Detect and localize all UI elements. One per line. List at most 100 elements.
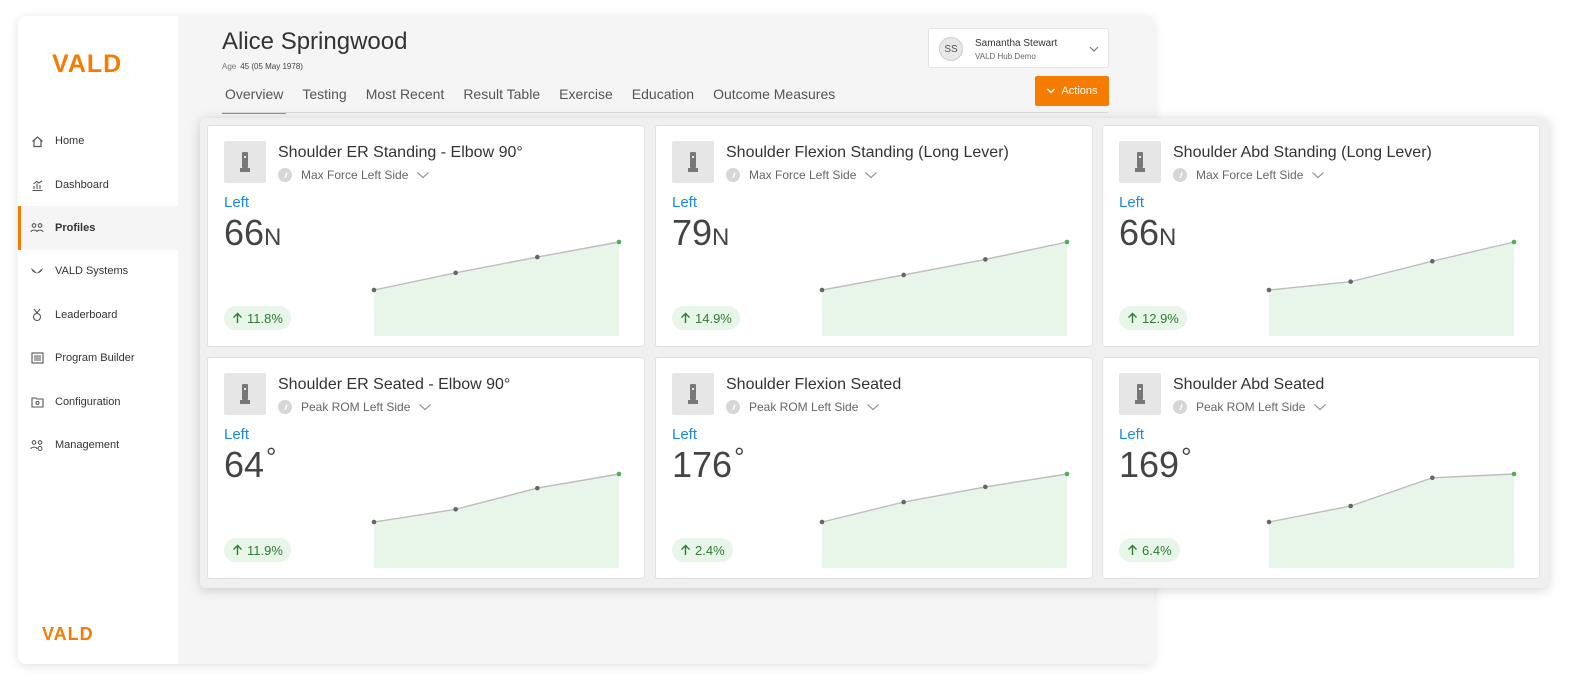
change-badge: 11.9%	[224, 538, 291, 562]
sidebar-item-configuration[interactable]: Configuration	[18, 380, 178, 424]
tab-overview[interactable]: Overview	[222, 86, 287, 114]
value-number: 66	[1119, 212, 1160, 253]
value-unit: N	[1159, 224, 1177, 251]
sparkline-point	[901, 272, 906, 278]
sidebar-item-label: Program Builder	[55, 352, 135, 364]
chevron-down-icon	[1089, 46, 1099, 52]
age-label: Age	[222, 62, 237, 71]
tab-most-recent[interactable]: Most Recent	[363, 86, 448, 114]
change-value: 2.4%	[695, 542, 725, 558]
change-badge: 14.9%	[672, 306, 740, 330]
actions-button[interactable]: Actions	[1035, 76, 1109, 106]
page-title: Alice Springwood	[222, 28, 408, 55]
change-badge: 2.4%	[672, 538, 733, 562]
gauge-icon	[1173, 168, 1187, 182]
metric-selector[interactable]: Max Force Left Side	[726, 168, 878, 182]
trend-sparkline	[1266, 239, 1517, 336]
chevron-down-icon	[1312, 172, 1325, 179]
device-icon	[672, 373, 714, 415]
value-unit: °	[734, 442, 745, 472]
side-label: Left	[672, 194, 698, 211]
sparkline-point	[901, 499, 906, 505]
device-icon	[224, 373, 266, 415]
metric-value: 64°	[224, 442, 276, 486]
actions-label: Actions	[1061, 85, 1098, 97]
test-card-shoulder-flexion-seated[interactable]: Shoulder Flexion Seated Peak ROM Left Sid…	[655, 357, 1093, 579]
tab-result-table[interactable]: Result Table	[460, 86, 543, 114]
test-card-shoulder-er-standing-elbow-90[interactable]: Shoulder ER Standing - Elbow 90° Max Forc…	[207, 125, 645, 347]
tab-testing[interactable]: Testing	[299, 86, 349, 114]
sparkline-area	[1269, 242, 1514, 336]
sidebar-item-dashboard[interactable]: Dashboard	[18, 163, 178, 207]
sparkline-point	[535, 485, 540, 491]
metric-label: Max Force Left Side	[301, 168, 409, 182]
device-icon	[672, 141, 714, 183]
value-number: 176	[672, 444, 733, 485]
sidebar-item-program-builder[interactable]: Program Builder	[18, 336, 178, 380]
test-card-shoulder-flexion-standing-long-lever[interactable]: Shoulder Flexion Standing (Long Lever) Ma…	[655, 125, 1093, 347]
value-unit: N	[712, 224, 730, 251]
metric-selector[interactable]: Max Force Left Side	[1173, 168, 1325, 182]
gauge-icon	[278, 168, 292, 182]
sidebar: VALD Home Dashboard Profiles VALD System…	[18, 16, 178, 664]
sparkline-point	[535, 254, 540, 260]
metric-selector[interactable]: Peak ROM Left Side	[278, 400, 432, 414]
side-label: Left	[672, 426, 698, 443]
card-title: Shoulder Abd Seated	[1173, 376, 1325, 393]
trend-sparkline	[371, 239, 622, 336]
change-badge: 12.9%	[1119, 306, 1187, 330]
side-label: Left	[224, 426, 250, 443]
arrow-up-icon	[681, 544, 690, 555]
sparkline-point	[819, 519, 825, 525]
sidebar-item-profiles[interactable]: Profiles	[18, 206, 178, 250]
test-card-shoulder-er-seated-elbow-90[interactable]: Shoulder ER Seated - Elbow 90° Peak ROM L…	[207, 357, 645, 579]
metric-selector[interactable]: Peak ROM Left Side	[726, 400, 880, 414]
sparkline-point	[1348, 279, 1353, 284]
tab-outcome-measures[interactable]: Outcome Measures	[710, 86, 838, 114]
side-label: Left	[1119, 194, 1145, 211]
metric-label: Max Force Left Side	[1196, 168, 1304, 182]
change-value: 14.9%	[695, 310, 732, 326]
sidebar-item-home[interactable]: Home	[18, 119, 178, 163]
sidebar-item-leaderboard[interactable]: Leaderboard	[18, 293, 178, 337]
sidebar-item-label: Home	[55, 135, 85, 147]
metric-selector[interactable]: Max Force Left Side	[278, 168, 430, 182]
chevron-down-icon	[867, 404, 880, 411]
sidebar-item-management[interactable]: Management	[18, 423, 178, 467]
card-title: Shoulder Abd Standing (Long Lever)	[1173, 144, 1432, 161]
metric-value: 176°	[672, 442, 745, 486]
trend-sparkline	[819, 471, 1070, 568]
test-card-shoulder-abd-standing-long-lever[interactable]: Shoulder Abd Standing (Long Lever) Max Fo…	[1102, 125, 1540, 347]
sidebar-item-label: Dashboard	[55, 179, 109, 191]
tab-education[interactable]: Education	[629, 86, 697, 114]
tab-exercise[interactable]: Exercise	[556, 86, 616, 114]
sparkline-point	[983, 484, 988, 490]
profile-tabs: Overview Testing Most Recent Result Tabl…	[222, 86, 851, 114]
profile-header: Alice Springwood Age 45 (05 May 1978) Ove…	[178, 16, 1154, 116]
chevron-down-icon	[1314, 404, 1327, 411]
side-label: Left	[224, 194, 250, 211]
user-name: Samantha Stewart	[975, 38, 1058, 49]
test-card-shoulder-abd-seated[interactable]: Shoulder Abd Seated Peak ROM Left Side Lef…	[1102, 357, 1540, 579]
sparkline-point	[1430, 258, 1435, 264]
metric-selector[interactable]: Peak ROM Left Side	[1173, 400, 1327, 414]
chevron-down-icon	[1047, 88, 1056, 94]
sparkline-area	[822, 242, 1067, 336]
trend-sparkline	[819, 239, 1070, 336]
metric-value: 169°	[1119, 442, 1191, 486]
metric-label: Peak ROM Left Side	[749, 400, 859, 414]
sparkline-area	[822, 474, 1067, 568]
arrow-up-icon	[233, 544, 242, 555]
change-value: 11.8%	[247, 310, 283, 326]
value-number: 64	[224, 444, 265, 485]
gauge-icon	[726, 400, 740, 414]
user-menu[interactable]: SS Samantha Stewart VALD Hub Demo	[928, 28, 1109, 68]
chevron-down-icon	[419, 404, 432, 411]
sidebar-item-label: Leaderboard	[55, 309, 118, 321]
sparkline-point	[453, 506, 458, 512]
systems-icon	[30, 264, 44, 278]
vald-logo-top[interactable]: VALD	[52, 50, 122, 79]
sidebar-item-label: Profiles	[55, 222, 96, 234]
sidebar-item-vald-systems[interactable]: VALD Systems	[18, 249, 178, 293]
user-organization: VALD Hub Demo	[975, 52, 1036, 61]
